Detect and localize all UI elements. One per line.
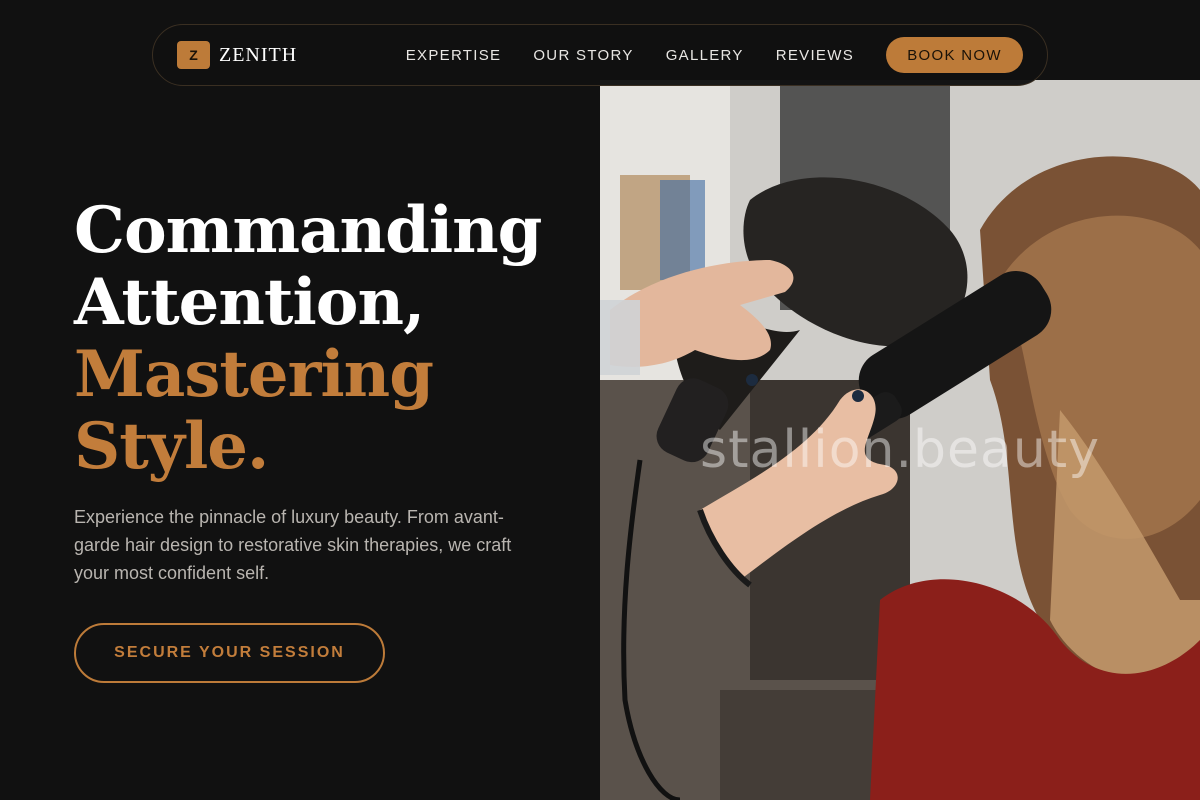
book-now-button[interactable]: BOOK NOW bbox=[886, 37, 1023, 73]
nav-links: EXPERTISE OUR STORY GALLERY REVIEWS bbox=[406, 47, 854, 64]
nav-link-reviews[interactable]: REVIEWS bbox=[776, 47, 854, 64]
headline-line-3: Mastering bbox=[74, 337, 434, 412]
nav-link-gallery[interactable]: GALLERY bbox=[666, 47, 744, 64]
brand-name: ZENITH bbox=[219, 43, 298, 66]
headline-line-4: Style. bbox=[74, 409, 269, 484]
nav-link-expertise[interactable]: EXPERTISE bbox=[406, 47, 502, 64]
top-navbar: Z ZENITH EXPERTISE OUR STORY GALLERY REV… bbox=[152, 24, 1048, 86]
photo-watermark: stallion.beauty bbox=[700, 420, 1100, 480]
hero-description: Experience the pinnacle of luxury beauty… bbox=[74, 507, 512, 583]
brand-logo[interactable]: Z ZENITH bbox=[177, 41, 297, 69]
secure-session-button[interactable]: SECURE YOUR SESSION bbox=[74, 623, 385, 683]
brand-mark: Z bbox=[177, 41, 210, 69]
hero-headline: Commanding Attention, Mastering Style. bbox=[74, 195, 574, 483]
headline-line-2: Attention, bbox=[74, 265, 425, 340]
hero-photo: stallion.beauty bbox=[600, 80, 1200, 800]
headline-line-1: Commanding bbox=[74, 193, 542, 268]
nav-link-our-story[interactable]: OUR STORY bbox=[533, 47, 633, 64]
hero-section: Commanding Attention, Mastering Style. E… bbox=[74, 195, 574, 683]
